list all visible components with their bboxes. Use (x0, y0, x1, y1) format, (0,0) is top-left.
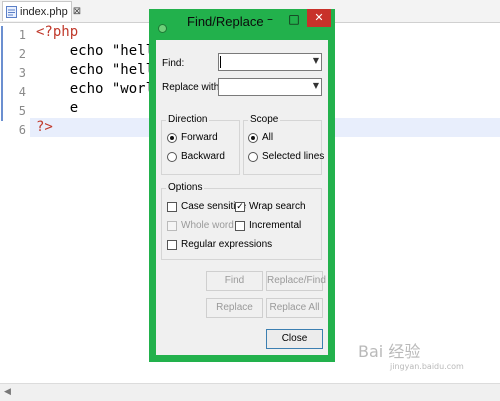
line-number: 5 (18, 104, 26, 118)
change-marker (1, 64, 3, 83)
scope-all-radio[interactable] (248, 133, 258, 143)
close-icon[interactable]: ✕ (307, 9, 331, 27)
dialog-body: Find: ▼ Replace with: ▼ Direction Forwar… (156, 40, 328, 355)
change-marker (1, 45, 3, 64)
wrap-search-checkbox[interactable]: ✓ (235, 202, 245, 212)
options-group: Options Case sensitive ✓ Wrap search Who… (161, 182, 322, 260)
change-marker (1, 83, 3, 102)
selected-lines-label[interactable]: Selected lines (262, 151, 324, 162)
find-combobox[interactable]: ▼ (218, 53, 322, 71)
code-line[interactable]: e (36, 99, 78, 118)
regex-checkbox[interactable] (167, 240, 177, 250)
incremental-checkbox[interactable] (235, 221, 245, 231)
code-line[interactable]: ?> (36, 118, 53, 137)
whole-word-checkbox (167, 221, 177, 231)
replace-button[interactable]: Replace (206, 298, 263, 318)
horizontal-scrollbar[interactable]: ◀ (0, 383, 500, 401)
minimize-icon[interactable]: – (259, 9, 281, 29)
change-marker (1, 26, 3, 45)
find-button[interactable]: Find (206, 271, 263, 291)
dialog-title: Find/Replace (187, 14, 264, 29)
close-button[interactable]: Close (266, 329, 323, 349)
forward-label[interactable]: Forward (181, 132, 218, 143)
code-line[interactable]: <?php (36, 23, 78, 42)
replace-combobox[interactable]: ▼ (218, 78, 322, 96)
incremental-label[interactable]: Incremental (249, 220, 301, 231)
line-number: 1 (18, 28, 26, 42)
replace-all-button[interactable]: Replace All (266, 298, 323, 318)
whole-word-label: Whole word (181, 220, 234, 231)
direction-group: Direction Forward Backward (161, 114, 240, 175)
chevron-down-icon[interactable]: ▼ (313, 56, 319, 65)
tab-close-icon[interactable]: ⊠ (73, 6, 81, 17)
chevron-down-icon[interactable]: ▼ (313, 81, 319, 90)
line-number: 6 (18, 123, 26, 137)
scope-group: Scope All Selected lines (243, 114, 324, 175)
tab-label: index.php (20, 5, 68, 18)
watermark-url: jingyan.baidu.com (390, 362, 464, 371)
baidu-watermark: Bai 经验 (358, 342, 421, 361)
forward-radio[interactable] (167, 133, 177, 143)
replace-label: Replace with: (162, 82, 223, 93)
selected-lines-radio[interactable] (248, 152, 258, 162)
line-number: 3 (18, 66, 26, 80)
maximize-icon[interactable]: □ (283, 9, 305, 29)
change-marker (1, 102, 3, 121)
app-icon (158, 18, 167, 33)
replace-find-button[interactable]: Replace/Find (266, 271, 326, 291)
find-replace-dialog: Find/Replace – □ ✕ Find: ▼ Replace with:… (149, 9, 335, 362)
direction-title: Direction (166, 114, 210, 125)
php-file-icon (6, 5, 17, 18)
backward-label[interactable]: Backward (181, 151, 225, 162)
scope-title: Scope (248, 114, 281, 125)
scroll-left-icon[interactable]: ◀ (4, 387, 11, 397)
line-number: 2 (18, 47, 26, 61)
scope-all-label[interactable]: All (262, 132, 273, 143)
line-number-gutter: 1 2 3 4 5 6 (0, 23, 30, 385)
line-number: 4 (18, 85, 26, 99)
options-title: Options (166, 182, 205, 193)
case-sensitive-checkbox[interactable] (167, 202, 177, 212)
wrap-search-label[interactable]: Wrap search (249, 201, 306, 212)
find-label: Find: (162, 58, 185, 69)
backward-radio[interactable] (167, 152, 177, 162)
text-caret (220, 56, 221, 68)
tab-index-php[interactable]: index.php ⊠ (2, 1, 81, 21)
dialog-titlebar[interactable]: Find/Replace – □ ✕ (149, 9, 335, 35)
regex-label[interactable]: Regular expressions (181, 239, 272, 250)
